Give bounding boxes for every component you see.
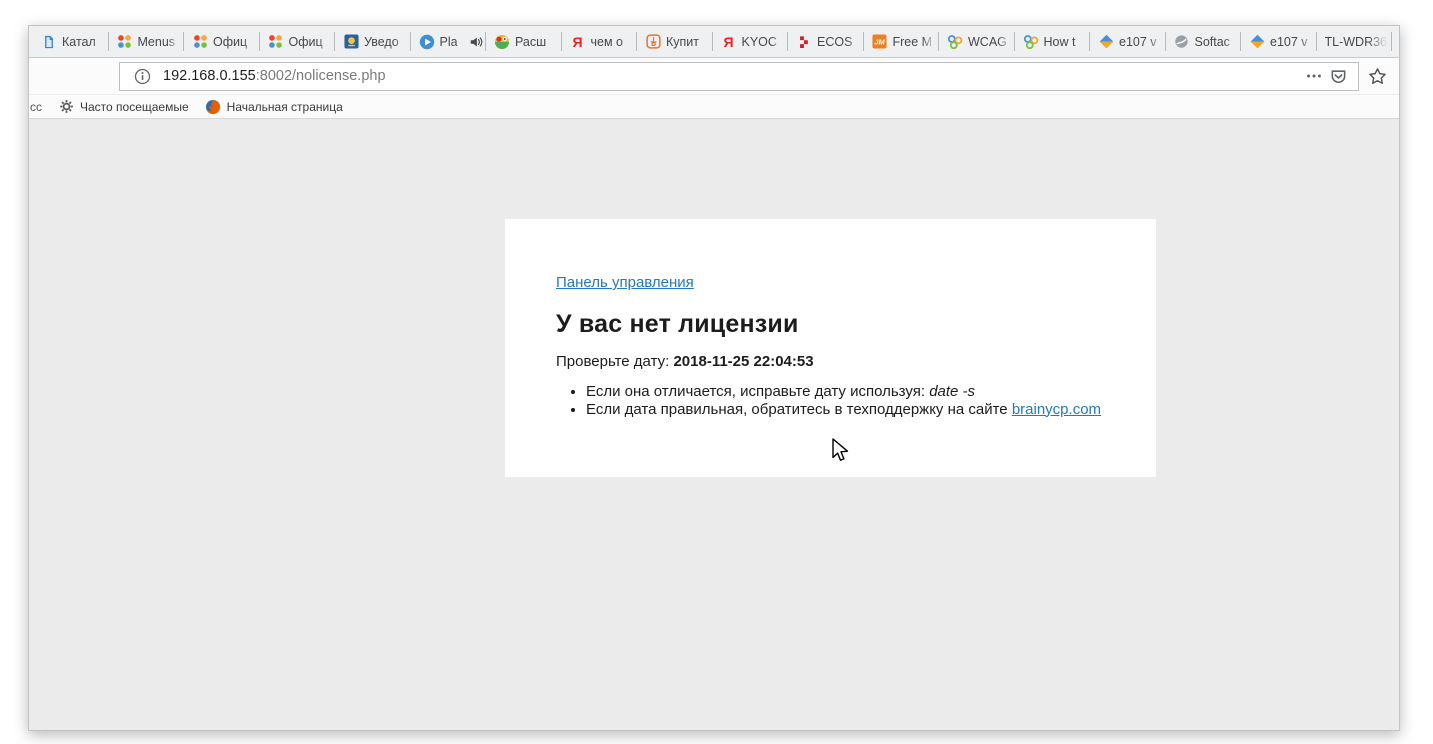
tab-15[interactable]: e107 v	[1090, 26, 1165, 57]
tab-4[interactable]: Офиц	[260, 26, 335, 57]
date-value: 2018-11-25 22:04:53	[673, 353, 813, 370]
page-content: Панель управления У вас нет лицензии Про…	[29, 119, 1399, 730]
site-info-icon[interactable]	[130, 64, 154, 88]
tab-label: Расш	[515, 35, 561, 49]
bookmark-overflow-label[interactable]: сс	[30, 100, 42, 114]
e107-icon	[1249, 34, 1265, 50]
tab-label: KYOC	[742, 35, 788, 49]
softaculous-icon	[1174, 34, 1190, 50]
tab-16[interactable]: Softac	[1166, 26, 1241, 57]
gear-icon	[58, 99, 74, 115]
e107-icon	[1098, 34, 1114, 50]
tab-label: WCAG	[968, 35, 1014, 49]
tab-label: Pla	[440, 35, 465, 49]
badge-icon	[343, 34, 359, 50]
tab-5[interactable]: Уведо	[335, 26, 410, 57]
instructions-list: Если она отличается, исправьте дату испо…	[586, 383, 1116, 418]
browser-ball-icon	[494, 34, 510, 50]
joomla-icon	[192, 34, 208, 50]
firefox-icon	[205, 99, 221, 115]
tab-12[interactable]: JM Free M	[864, 26, 939, 57]
tab-label: How t	[1044, 35, 1090, 49]
browser-window: КаталMenusОфицОфицУведоPlaРасшЯчем оКупи…	[28, 25, 1400, 731]
tab-label: Free M	[893, 35, 939, 49]
navigation-toolbar: 192.168.0.155:8002/nolicense.php	[29, 58, 1399, 95]
bookmark-label: Часто посещаемые	[80, 100, 189, 114]
page-actions-icon[interactable]	[1302, 64, 1326, 88]
tab-label: TL-WDR36	[1325, 35, 1392, 49]
license-error-card: Панель управления У вас нет лицензии Про…	[505, 219, 1156, 477]
bookmark-star-icon[interactable]	[1363, 62, 1391, 90]
tab-label: чем о	[591, 35, 637, 49]
tab-bar: КаталMenusОфицОфицУведоPlaРасшЯчем оКупи…	[29, 26, 1399, 58]
tab-label: e107 v	[1119, 35, 1165, 49]
document-icon	[41, 34, 57, 50]
url-bar[interactable]: 192.168.0.155:8002/nolicense.php	[119, 62, 1359, 91]
svg-text:JM: JM	[874, 38, 885, 47]
bullet-text: Если дата правильная, обратитесь в техпо…	[586, 401, 1012, 418]
kyocera-icon	[796, 34, 812, 50]
circles-icon	[947, 34, 963, 50]
tab-label: e107 v	[1270, 35, 1316, 49]
url-host: 192.168.0.155	[163, 68, 256, 84]
list-item: Если дата правильная, обратитесь в техпо…	[586, 401, 1116, 419]
joomla-icon	[117, 34, 133, 50]
list-item: Если она отличается, исправьте дату испо…	[586, 383, 1116, 401]
tab-label: Menus	[138, 35, 184, 49]
url-path: :8002/nolicense.php	[256, 68, 386, 84]
check-date-line: Проверьте дату: 2018-11-25 22:04:53	[556, 353, 1116, 370]
check-date-label: Проверьте дату:	[556, 353, 673, 370]
tab-label: Купит	[666, 35, 712, 49]
tab-2[interactable]: Menus	[109, 26, 184, 57]
yandex-icon: Я	[721, 34, 737, 50]
tab-label: Офиц	[289, 35, 335, 49]
bullet-text: Если она отличается, исправьте дату испо…	[586, 383, 929, 400]
url-text[interactable]: 192.168.0.155:8002/nolicense.php	[163, 68, 386, 84]
joomla-icon	[268, 34, 284, 50]
click-hand-icon	[645, 34, 661, 50]
pocket-icon[interactable]	[1326, 64, 1350, 88]
tab-separator	[1391, 32, 1392, 51]
tab-label: Softac	[1195, 35, 1241, 49]
tab-11[interactable]: ECOS	[788, 26, 863, 57]
tab-label: Катал	[62, 35, 108, 49]
tab-13[interactable]: WCAG	[939, 26, 1014, 57]
control-panel-link[interactable]: Панель управления	[556, 274, 694, 291]
tab-1[interactable]: Катал	[33, 26, 108, 57]
joomla-monster-icon: JM	[872, 34, 888, 50]
tab-18[interactable]: TL-WDR36	[1317, 26, 1392, 57]
tab-8[interactable]: Ячем о	[562, 26, 637, 57]
tab-label: Уведо	[364, 35, 410, 49]
tab-10[interactable]: Я KYOC	[713, 26, 788, 57]
tab-9[interactable]: Купит	[637, 26, 712, 57]
bookmark-home-page[interactable]: Начальная страница	[205, 99, 343, 115]
play-icon	[419, 34, 435, 50]
tab-audio-icon[interactable]	[469, 35, 483, 49]
bookmark-label: Начальная страница	[227, 100, 343, 114]
yandex-icon: Я	[570, 34, 586, 50]
tab-3[interactable]: Офиц	[184, 26, 259, 57]
circles-icon	[1023, 34, 1039, 50]
tab-17[interactable]: e107 v	[1241, 26, 1316, 57]
tab-label: ECOS	[817, 35, 863, 49]
tab-6[interactable]: Pla	[411, 26, 486, 57]
tab-7[interactable]: Расш	[486, 26, 561, 57]
bookmark-frequently-visited[interactable]: Часто посещаемые	[58, 99, 189, 115]
page-title: У вас нет лицензии	[556, 310, 1116, 339]
brainycp-link[interactable]: brainycp.com	[1012, 401, 1101, 418]
bookmarks-bar: сс Часто посещаемые Начальная страница	[29, 95, 1399, 119]
date-command: date -s	[929, 383, 975, 400]
tab-14[interactable]: How t	[1015, 26, 1090, 57]
tab-label: Офиц	[213, 35, 259, 49]
